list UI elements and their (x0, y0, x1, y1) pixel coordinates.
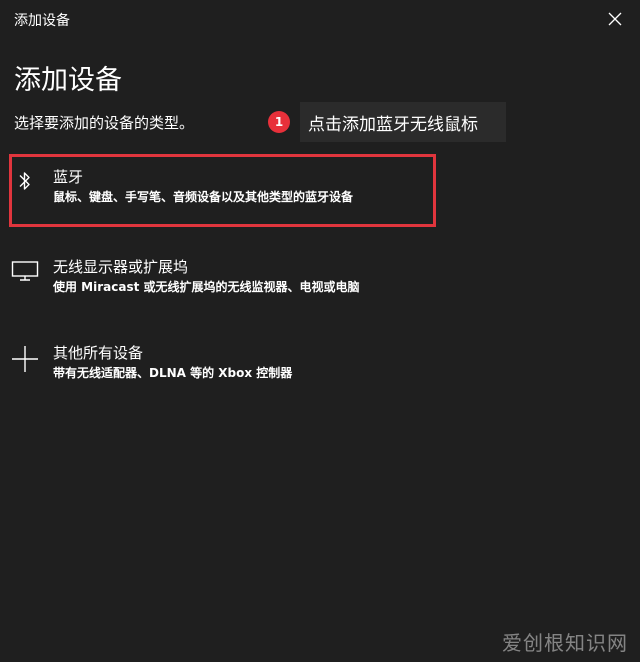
option-title: 其他所有设备 (53, 344, 144, 362)
option-title: 蓝牙 (53, 168, 84, 186)
monitor-icon (10, 256, 40, 286)
option-description: 鼠标、键盘、手写笔、音频设备以及其他类型的蓝牙设备 (53, 190, 354, 204)
option-everything-else[interactable]: 其他所有设备 带有无线适配器、DLNA 等的 Xbox 控制器 (0, 338, 640, 408)
plus-icon (10, 344, 40, 374)
step-badge: 1 (268, 111, 290, 133)
page-title: 添加设备 (14, 65, 122, 96)
add-device-window: 添加设备 添加设备 选择要添加的设备的类型。 1 点击添加蓝牙无线鼠标 蓝牙 鼠… (0, 0, 640, 662)
annotation-text: 点击添加蓝牙无线鼠标 (308, 114, 478, 135)
bluetooth-icon (10, 166, 40, 196)
option-bluetooth[interactable]: 蓝牙 鼠标、键盘、手写笔、音频设备以及其他类型的蓝牙设备 (0, 160, 640, 230)
watermark: 爱创根知识网 (502, 631, 628, 655)
window-title: 添加设备 (14, 13, 70, 29)
option-wireless-display[interactable]: 无线显示器或扩展坞 使用 Miracast 或无线扩展坞的无线监视器、电视或电脑 (0, 250, 640, 320)
option-description: 使用 Miracast 或无线扩展坞的无线监视器、电视或电脑 (53, 280, 360, 294)
close-button[interactable] (600, 4, 630, 34)
close-icon (608, 12, 622, 26)
option-title: 无线显示器或扩展坞 (53, 258, 189, 276)
option-description: 带有无线适配器、DLNA 等的 Xbox 控制器 (53, 366, 293, 380)
title-bar: 添加设备 (0, 0, 640, 38)
page-subtitle: 选择要添加的设备的类型。 (14, 114, 195, 132)
annotation-callout: 点击添加蓝牙无线鼠标 (300, 102, 506, 142)
